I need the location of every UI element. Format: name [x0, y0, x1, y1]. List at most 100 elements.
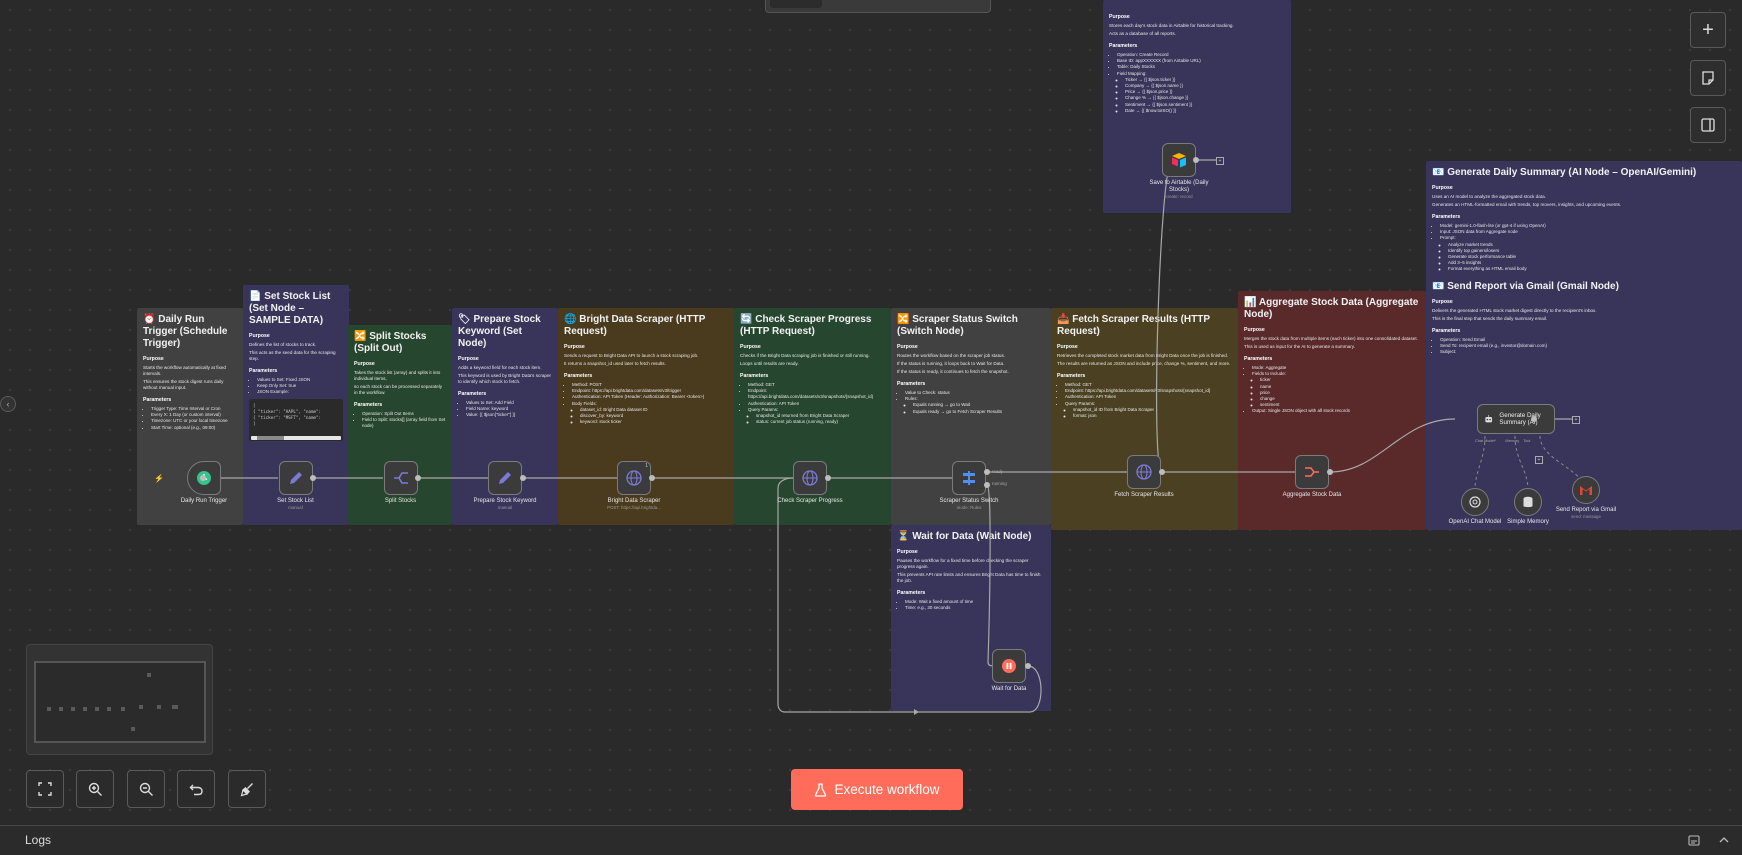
- node-fetch-scraper-results[interactable]: Fetch Scraper Results: [1094, 455, 1194, 499]
- node-box[interactable]: [1127, 455, 1161, 489]
- openai-icon: [1469, 496, 1481, 508]
- node-box[interactable]: [1162, 143, 1196, 177]
- node-output-port[interactable]: [520, 475, 526, 481]
- note-parameters-heading: Parameters: [564, 373, 593, 379]
- pop-out-icon[interactable]: [1688, 835, 1700, 846]
- pencil-icon: [289, 472, 302, 484]
- zoom-in-button[interactable]: [76, 770, 114, 808]
- minimap[interactable]: [26, 644, 213, 755]
- node-generate-daily-summary[interactable]: Generate Daily Summary (AI) Chat Model* …: [1455, 404, 1577, 443]
- note-title: 🔄 Check Scraper Progress (HTTP Request): [740, 314, 872, 337]
- broom-icon: [240, 782, 253, 796]
- zoom-out-button[interactable]: [127, 770, 165, 808]
- node-output-port[interactable]: [415, 475, 421, 481]
- add-node-plus-icon[interactable]: +: [1572, 416, 1580, 424]
- minimap-viewport[interactable]: [34, 661, 206, 743]
- chevron-up-icon[interactable]: [1718, 835, 1730, 845]
- node-box[interactable]: [952, 461, 986, 495]
- minimap-node: [83, 707, 87, 711]
- node-output-port[interactable]: [1531, 416, 1537, 422]
- note-text: If the status is running, it loops back …: [897, 361, 1005, 366]
- node-output-port[interactable]: [649, 475, 655, 481]
- node-wait-for-data[interactable]: Wait for Data: [975, 649, 1043, 693]
- node-check-scraper-progress[interactable]: Check Scraper Progress: [760, 461, 860, 505]
- note-text: Starts the workflow automatically at fix…: [143, 365, 226, 376]
- node-split-stocks[interactable]: Split Stocks: [360, 461, 441, 505]
- note-item: Endpoint: https://api.brightdata.com/dat…: [748, 388, 885, 400]
- note-text: Uses an AI model to analyze the aggregat…: [1432, 194, 1546, 199]
- node-aggregate-stock-data[interactable]: Aggregate Stock Data: [1262, 455, 1362, 499]
- add-sticky-note-button[interactable]: [1690, 60, 1726, 96]
- node-box[interactable]: [383, 461, 418, 495]
- node-output-port[interactable]: [825, 475, 831, 481]
- port-label: Chat Model*: [1475, 439, 1496, 443]
- flask-icon: [815, 782, 827, 797]
- ai-port-labels: Chat Model* Memory Tool: [1475, 439, 1575, 443]
- note-title: 📥 Fetch Scraper Results (HTTP Request): [1057, 314, 1210, 337]
- node-save-to-airtable[interactable]: Save to Airtable (Daily Stocks) create: …: [1145, 143, 1213, 200]
- node-daily-run-trigger[interactable]: Daily Run Trigger: [160, 461, 248, 505]
- output-label-ready: ready: [992, 469, 1003, 474]
- node-output-port[interactable]: [1159, 469, 1165, 475]
- note-purpose-heading: Purpose: [564, 344, 585, 350]
- note-purpose-heading: Purpose: [1244, 327, 1265, 333]
- node-box[interactable]: Generate Daily Summary (AI): [1477, 404, 1555, 434]
- tidy-up-button[interactable]: [228, 770, 266, 808]
- add-node-button[interactable]: +: [1690, 12, 1726, 48]
- top-bar-segment[interactable]: [770, 0, 822, 8]
- note-title: 🔀 Split Stocks (Split Out): [354, 331, 427, 354]
- node-label: Save to Airtable (Daily Stocks): [1149, 180, 1209, 193]
- airtable-icon: [1172, 153, 1186, 168]
- node-output-port[interactable]: [1025, 663, 1031, 669]
- node-box[interactable]: [793, 461, 827, 495]
- node-prepare-stock-keyword[interactable]: Prepare Stock Keyword manual: [455, 461, 555, 511]
- node-output-port[interactable]: [200, 475, 206, 481]
- node-box[interactable]: [1572, 476, 1600, 504]
- fit-view-button[interactable]: [26, 770, 64, 808]
- node-box[interactable]: [1514, 488, 1542, 516]
- logs-panel-bar[interactable]: Logs: [0, 825, 1742, 855]
- node-output-port-ready[interactable]: [984, 469, 990, 475]
- node-output-port[interactable]: [1193, 157, 1199, 163]
- toggle-panel-button[interactable]: [1690, 107, 1726, 143]
- node-box[interactable]: [1295, 455, 1329, 489]
- node-box[interactable]: [992, 649, 1026, 683]
- execute-workflow-button[interactable]: Execute workflow: [791, 769, 963, 810]
- node-label: Check Scraper Progress: [777, 498, 843, 504]
- add-node-plus-icon[interactable]: +: [1216, 157, 1224, 165]
- node-send-report-gmail[interactable]: Send Report via Gmail send: message: [1551, 476, 1621, 520]
- note-purpose-heading: Purpose: [354, 361, 375, 367]
- node-box[interactable]: [488, 461, 522, 495]
- port-label: Memory: [1505, 439, 1520, 443]
- note-purpose-heading: Purpose: [1432, 185, 1453, 191]
- node-box[interactable]: [278, 461, 313, 495]
- reset-zoom-button[interactable]: [177, 770, 215, 808]
- note-generate-daily-summary[interactable]: 📧 Generate Daily Summary (AI Node – Open…: [1426, 161, 1742, 530]
- note-text: Merges the stock data from multiple item…: [1244, 336, 1418, 341]
- note-purpose-heading: Purpose: [740, 344, 761, 350]
- chevron-left-icon: ‹: [6, 399, 10, 409]
- add-tool-plus-icon[interactable]: +: [1535, 456, 1543, 464]
- note-text: Sends a request to Bright Data API to la…: [564, 353, 699, 358]
- note-text: Loops until results are ready.: [740, 361, 799, 366]
- note-text: Generates an HTML-formatted email with t…: [1432, 202, 1622, 207]
- node-subtitle: mode: Rules: [956, 505, 982, 510]
- node-bright-data-scraper[interactable]: 1 Bright Data Scraper POST: https://api.…: [584, 461, 684, 511]
- node-label: Prepare Stock Keyword: [473, 498, 537, 504]
- node-box[interactable]: [1461, 488, 1489, 516]
- node-set-stock-list[interactable]: Set Stock List manual: [255, 461, 336, 511]
- node-output-port[interactable]: [310, 475, 316, 481]
- note-item: keyword: stock ticker: [580, 419, 728, 425]
- port-label: Tool: [1523, 439, 1531, 443]
- sidebar-collapse-button[interactable]: ‹: [0, 396, 16, 412]
- json-example-code[interactable]: [ { "ticker": "AAPL", "name": { "ticker"…: [249, 398, 343, 441]
- node-label: Set Stock List: [277, 498, 314, 504]
- node-scraper-status-switch[interactable]: Scraper Status Switch mode: Rules: [919, 461, 1019, 511]
- note-parameters-heading: Parameters: [143, 397, 172, 403]
- node-output-port[interactable]: [1327, 469, 1333, 475]
- node-output-port-running[interactable]: [984, 482, 990, 488]
- node-box[interactable]: 1: [617, 461, 651, 495]
- trigger-bolt-icon: ⚡: [154, 474, 164, 483]
- code-scrollbar[interactable]: [251, 435, 341, 440]
- panel-icon: [1701, 118, 1715, 132]
